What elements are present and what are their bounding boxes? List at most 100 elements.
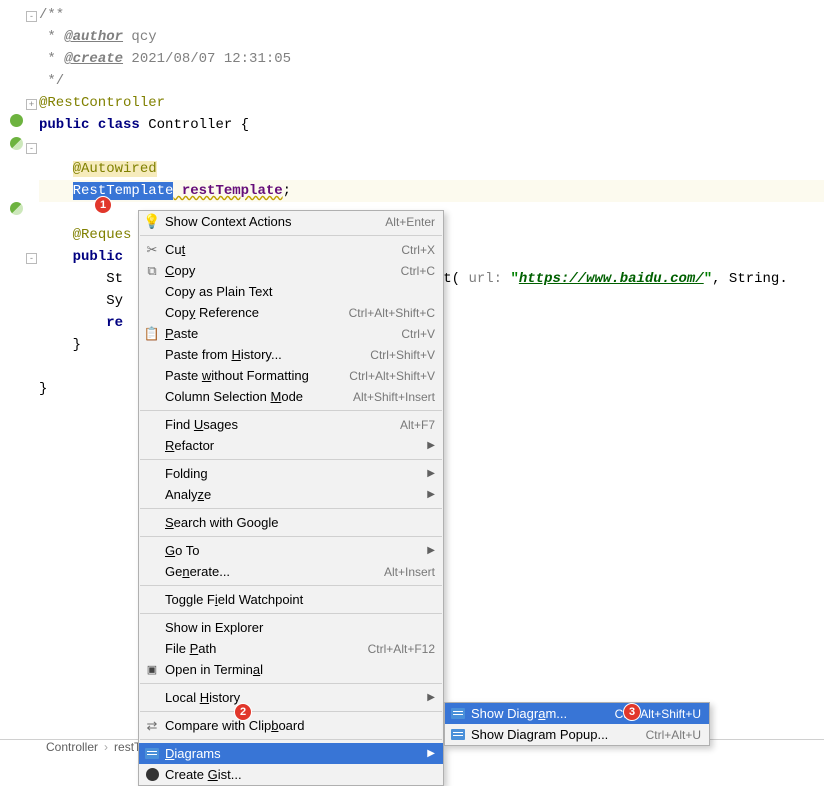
- terminal-icon: ▣: [147, 663, 157, 676]
- menu-shortcut: Ctrl+V: [401, 327, 435, 341]
- menu-label: Local History: [165, 690, 435, 705]
- menu-label: Go To: [165, 543, 435, 558]
- submenu-arrow-icon: ▶: [427, 489, 435, 500]
- menu-shortcut: Alt+Insert: [384, 565, 435, 579]
- menu-separator: [140, 459, 442, 460]
- annotation-restcontroller: @RestController: [39, 95, 165, 111]
- spring-bean-gutter-icon[interactable]: [10, 137, 23, 150]
- menu-shortcut: Ctrl+Alt+U: [646, 728, 701, 742]
- menu-separator: [140, 536, 442, 537]
- menu-item[interactable]: Go To▶: [139, 540, 443, 561]
- submenu-arrow-icon: ▶: [427, 440, 435, 451]
- menu-label: Open in Terminal: [165, 662, 435, 677]
- menu-separator: [140, 683, 442, 684]
- copy-icon: ⧉: [147, 263, 156, 279]
- menu-separator: [140, 613, 442, 614]
- menu-item[interactable]: Generate...Alt+Insert: [139, 561, 443, 582]
- menu-separator: [140, 410, 442, 411]
- menu-item[interactable]: Copy as Plain Text: [139, 281, 443, 302]
- code-text: /**: [39, 7, 64, 23]
- menu-label: File Path: [165, 641, 368, 656]
- menu-item[interactable]: Analyze▶: [139, 484, 443, 505]
- compare-icon: ⇄: [147, 718, 158, 734]
- menu-item[interactable]: ✂ CutCtrl+X: [139, 239, 443, 260]
- menu-label: Show Diagram Popup...: [471, 727, 646, 742]
- submenu-arrow-icon: ▶: [427, 468, 435, 479]
- menu-item[interactable]: Search with Google: [139, 512, 443, 533]
- menu-item[interactable]: Refactor▶: [139, 435, 443, 456]
- menu-shortcut: Ctrl+Alt+Shift+C: [349, 306, 435, 320]
- menu-item[interactable]: Local History▶: [139, 687, 443, 708]
- menu-shortcut: Alt+Enter: [385, 215, 435, 229]
- selected-type: RestTemplate: [73, 182, 174, 200]
- menu-item[interactable]: ⧉ CopyCtrl+C: [139, 260, 443, 281]
- menu-label: Compare with Clipboard: [165, 718, 435, 733]
- javadoc-tag-author: @author: [64, 29, 123, 45]
- menu-item[interactable]: Show Diagram Popup...Ctrl+Alt+U: [445, 724, 709, 745]
- diagrams-submenu: Show Diagram...Ctrl+Alt+Shift+UShow Diag…: [444, 702, 710, 746]
- menu-separator: [140, 711, 442, 712]
- menu-shortcut: Ctrl+C: [401, 264, 435, 278]
- string-url: https://www.baidu.com/: [519, 271, 704, 287]
- menu-item[interactable]: Create Gist...: [139, 764, 443, 785]
- menu-label: Toggle Field Watchpoint: [165, 592, 435, 607]
- menu-label: Paste without Formatting: [165, 368, 349, 383]
- spring-autowire-gutter-icon[interactable]: [10, 202, 23, 215]
- menu-item[interactable]: Show Diagram...Ctrl+Alt+Shift+U: [445, 703, 709, 724]
- menu-shortcut: Ctrl+Shift+V: [370, 348, 435, 362]
- menu-shortcut: Alt+Shift+Insert: [353, 390, 435, 404]
- submenu-arrow-icon: ▶: [427, 692, 435, 703]
- annotation-autowired: @Autowired: [73, 161, 157, 177]
- menu-item[interactable]: 💡 Show Context ActionsAlt+Enter: [139, 211, 443, 232]
- menu-shortcut: Alt+F7: [400, 418, 435, 432]
- menu-item[interactable]: Find UsagesAlt+F7: [139, 414, 443, 435]
- menu-label: Paste from History...: [165, 347, 370, 362]
- gutter: - + - -: [0, 0, 35, 739]
- menu-label: Cut: [165, 242, 401, 257]
- spring-gutter-icon[interactable]: [10, 114, 23, 127]
- menu-shortcut: Ctrl+X: [401, 243, 435, 257]
- menu-separator: [140, 235, 442, 236]
- menu-label: Generate...: [165, 564, 384, 579]
- menu-item[interactable]: ⇄ Compare with Clipboard: [139, 715, 443, 736]
- menu-label: Show in Explorer: [165, 620, 435, 635]
- menu-item[interactable]: Show in Explorer: [139, 617, 443, 638]
- menu-item[interactable]: Paste from History...Ctrl+Shift+V: [139, 344, 443, 365]
- menu-item[interactable]: Column Selection ModeAlt+Shift+Insert: [139, 386, 443, 407]
- menu-separator: [140, 508, 442, 509]
- menu-label: Column Selection Mode: [165, 389, 353, 404]
- menu-label: Folding: [165, 466, 435, 481]
- menu-item[interactable]: File PathCtrl+Alt+F12: [139, 638, 443, 659]
- cut-icon: ✂: [147, 242, 158, 258]
- menu-label: Analyze: [165, 487, 435, 502]
- bulb-icon: 💡: [143, 213, 160, 230]
- menu-item[interactable]: Toggle Field Watchpoint: [139, 589, 443, 610]
- badge-2: 2: [234, 703, 252, 721]
- menu-separator: [140, 585, 442, 586]
- menu-label: Find Usages: [165, 417, 400, 432]
- menu-label: Refactor: [165, 438, 435, 453]
- context-menu: 💡 Show Context ActionsAlt+Enter ✂ CutCtrl+X…: [138, 210, 444, 786]
- menu-shortcut: Ctrl+Alt+F12: [368, 642, 435, 656]
- menu-shortcut: Ctrl+Alt+Shift+V: [349, 369, 435, 383]
- breadcrumb-separator: ›: [104, 740, 108, 754]
- menu-label: Copy Reference: [165, 305, 349, 320]
- menu-item[interactable]: Copy ReferenceCtrl+Alt+Shift+C: [139, 302, 443, 323]
- diagram-icon: [451, 729, 465, 740]
- menu-label: Search with Google: [165, 515, 435, 530]
- menu-item[interactable]: Folding▶: [139, 463, 443, 484]
- breadcrumb-item[interactable]: Controller: [46, 740, 98, 754]
- field-name: restTemplate: [173, 183, 282, 199]
- menu-separator: [140, 739, 442, 740]
- menu-item[interactable]: ▣ Open in Terminal: [139, 659, 443, 680]
- menu-item[interactable]: 📋PasteCtrl+V: [139, 323, 443, 344]
- badge-3: 3: [623, 703, 641, 721]
- paste-icon: 📋: [144, 326, 160, 342]
- menu-label: Copy as Plain Text: [165, 284, 435, 299]
- javadoc-tag-create: @create: [64, 51, 123, 67]
- menu-label: Copy: [165, 263, 401, 278]
- menu-item[interactable]: Paste without FormattingCtrl+Alt+Shift+V: [139, 365, 443, 386]
- diagram-icon: [451, 708, 465, 719]
- menu-label: Show Context Actions: [165, 214, 385, 229]
- badge-1: 1: [94, 196, 112, 214]
